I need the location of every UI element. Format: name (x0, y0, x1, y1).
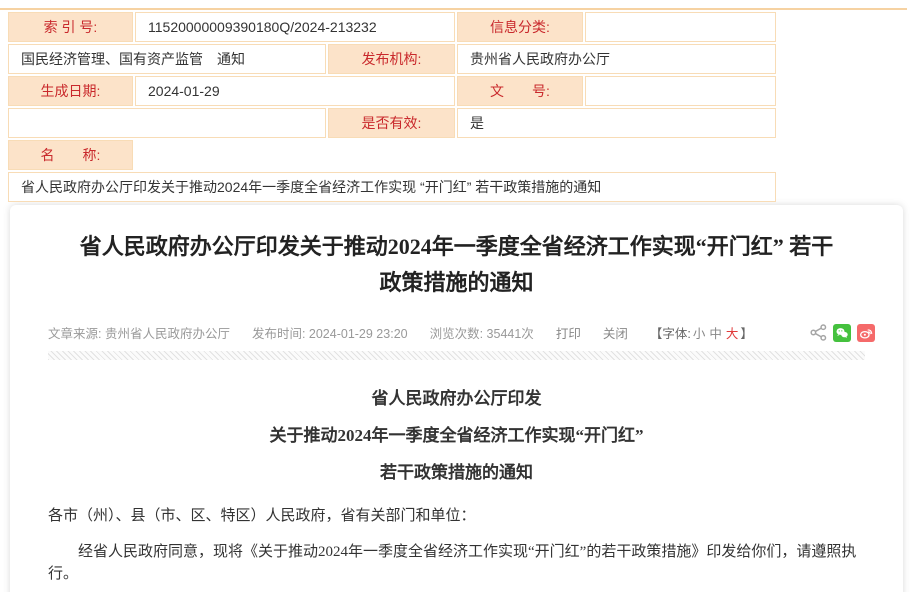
body-paragraph: 经省人民政府同意，现将《关于推动2024年一季度全省经济工作实现“开门红”的若干… (48, 541, 865, 585)
generate-date-value: 2024-01-29 (135, 76, 455, 106)
doc-heading-line3: 若干政策措施的通知 (10, 461, 903, 485)
font-size-medium[interactable]: 中 (709, 327, 722, 341)
doc-number-label: 文 号: (457, 76, 583, 106)
document-body: 省人民政府办公厅印发 关于推动2024年一季度全省经济工作实现“开门红” 若干政… (10, 387, 903, 592)
top-divider (0, 8, 907, 10)
article-info-bar: 文章来源: 贵州省人民政府办公厅 发布时间: 2024-01-29 23:20 … (48, 323, 875, 342)
close-button[interactable]: 关闭 (603, 323, 628, 342)
info-category-text: 国民经济管理、国有资产监管 通知 (8, 44, 326, 74)
generate-date-label: 生成日期: (8, 76, 133, 106)
metadata-table: 索 引 号: 11520000009390180Q/2024-213232 信息… (8, 12, 778, 202)
hatched-divider (48, 351, 865, 360)
publish-time: 发布时间: 2024-01-29 23:20 (252, 323, 408, 342)
font-size-large[interactable]: 大 (726, 327, 739, 341)
empty-cell (8, 108, 326, 138)
page-title: 省人民政府办公厅印发关于推动2024年一季度全省经济工作实现“开门红” 若干政策… (72, 229, 841, 301)
share-icon[interactable] (810, 324, 827, 341)
index-number-label: 索 引 号: (8, 12, 133, 42)
font-size-small[interactable]: 小 (693, 327, 706, 341)
article-source: 文章来源: 贵州省人民政府办公厅 (48, 323, 230, 342)
font-size-prefix: 【字体: (650, 327, 691, 341)
info-category-value-empty (585, 12, 776, 42)
wechat-icon[interactable] (833, 324, 851, 342)
name-row-filler (135, 140, 776, 170)
article-card: 省人民政府办公厅印发关于推动2024年一季度全省经济工作实现“开门红” 若干政策… (10, 205, 903, 592)
publish-agency-value: 贵州省人民政府办公厅 (457, 44, 776, 74)
is-valid-label: 是否有效: (328, 108, 455, 138)
print-button[interactable]: 打印 (556, 323, 581, 342)
is-valid-value: 是 (457, 108, 776, 138)
share-toolbar (810, 324, 875, 342)
weibo-icon[interactable] (857, 324, 875, 342)
doc-number-value-empty (585, 76, 776, 106)
doc-heading-line2: 关于推动2024年一季度全省经济工作实现“开门红” (10, 424, 903, 448)
doc-heading-line1: 省人民政府办公厅印发 (10, 387, 903, 411)
view-count: 浏览次数: 35441次 (430, 323, 534, 342)
publish-agency-label: 发布机构: (328, 44, 455, 74)
index-number-value: 11520000009390180Q/2024-213232 (135, 12, 455, 42)
font-size-suffix: 】 (740, 327, 753, 341)
salutation: 各市（州）、县（市、区、特区）人民政府，省有关部门和单位： (48, 505, 865, 527)
font-size-selector: 【字体:小中大】 (650, 323, 753, 342)
info-category-label: 信息分类: (457, 12, 583, 42)
name-label: 名 称: (8, 140, 133, 170)
name-value: 省人民政府办公厅印发关于推动2024年一季度全省经济工作实现 “开门红” 若干政… (8, 172, 776, 202)
